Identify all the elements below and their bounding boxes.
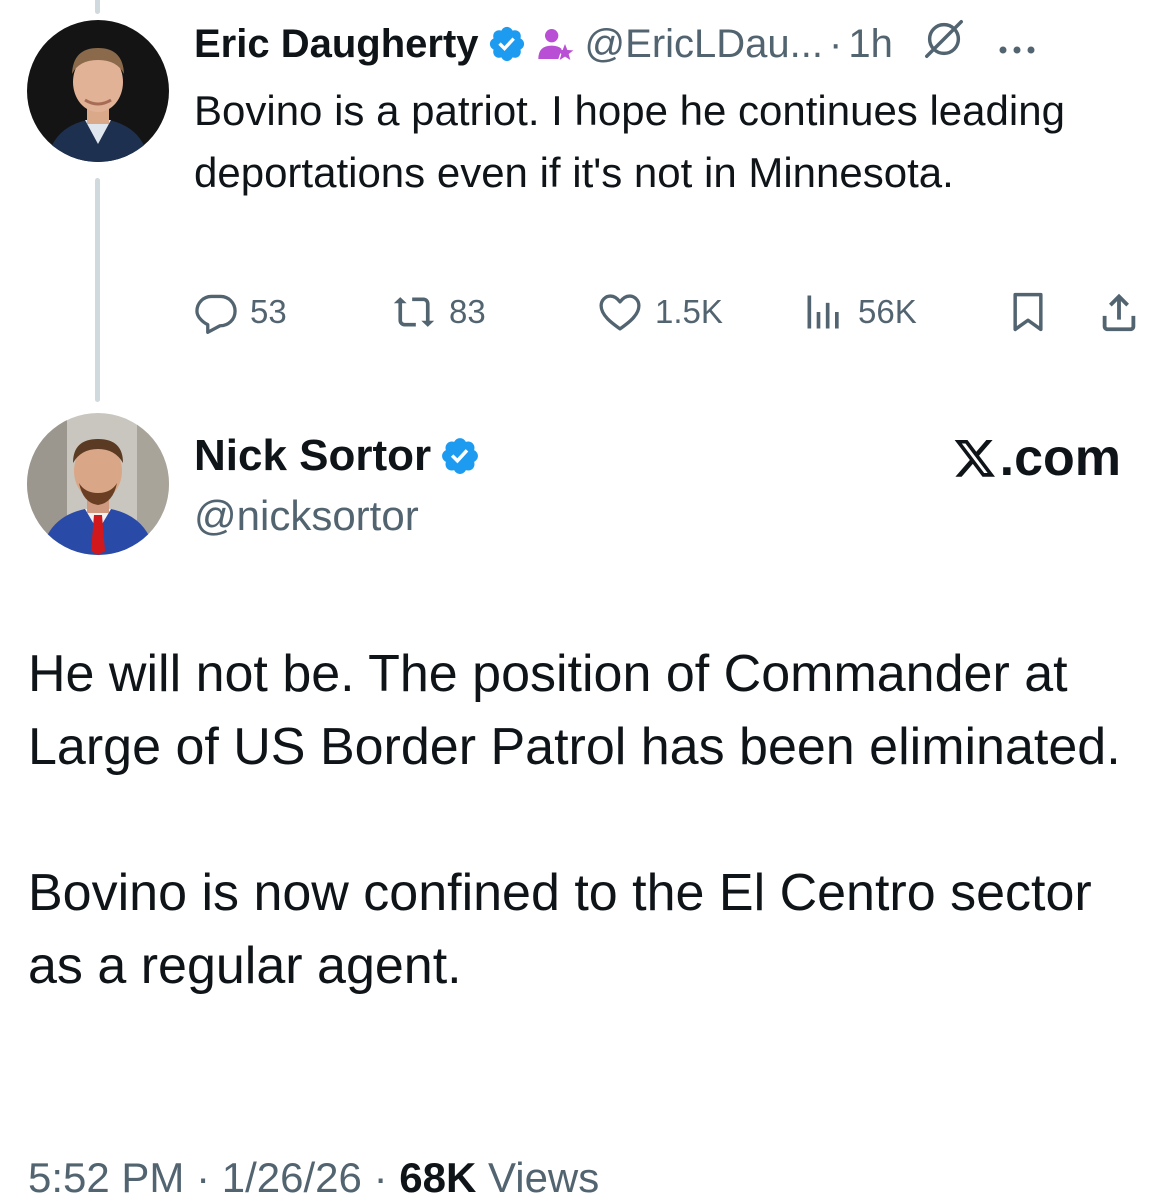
tweet-screenshot: Eric Daugherty @EricLDau... · 1h Bovino … [0,0,1159,1203]
views-total: 68K [399,1154,477,1201]
parent-action-bar: 53 83 1.5K 56K [194,282,1149,342]
verified-badge-icon [439,435,481,477]
reply-button[interactable]: 53 [194,282,287,342]
thread-line-top [95,0,100,14]
share-icon [1096,289,1154,335]
parent-time[interactable]: 1h [848,22,893,67]
main-display-name[interactable]: Nick Sortor [194,431,431,481]
verified-badge-icon [487,24,527,64]
more-icon[interactable] [997,22,1037,67]
watermark-text: .com [999,429,1121,487]
like-button[interactable]: 1.5K [597,282,723,342]
affiliate-person-icon [535,24,575,64]
tweet-meta: 5:52 PM · 1/26/26 · 68K Views [28,1150,599,1203]
views-count: 56K [858,293,917,330]
main-tweet-paragraph: He will not be. The position of Commande… [28,645,1121,776]
repost-button[interactable]: 83 [391,282,486,342]
grok-icon[interactable] [921,16,967,72]
avatar-eric-daugherty[interactable] [27,20,169,162]
repost-icon [391,290,449,334]
main-tweet-text: He will not be. The position of Commande… [28,638,1138,1003]
parent-tweet-text: Bovino is a patriot. I hope he continues… [194,87,1065,196]
heart-icon [597,290,655,334]
x-logo-icon [952,436,1000,480]
parent-display-name[interactable]: Eric Daugherty [194,22,479,67]
main-handle[interactable]: @nicksortor [194,490,419,542]
views-label: Views [487,1154,600,1201]
main-tweet-author: Nick Sortor [194,428,481,484]
bookmark-button[interactable] [1006,282,1062,342]
thread-line [95,178,100,402]
analytics-icon [802,290,858,334]
separator-dot: · [196,1154,211,1201]
reply-count: 53 [250,293,287,330]
share-button[interactable] [1096,282,1154,342]
views-button[interactable]: 56K [802,282,917,342]
like-count: 1.5K [655,293,723,330]
main-tweet-paragraph: Bovino is now confined to the El Centro … [28,864,1092,995]
parent-handle[interactable]: @EricLDau... [585,22,823,67]
reply-icon [194,290,250,334]
separator-dot: · [373,1154,388,1201]
tweet-time[interactable]: 5:52 PM [28,1154,184,1201]
parent-tweet-header: Eric Daugherty @EricLDau... · 1h [194,14,1037,74]
avatar-nick-sortor[interactable] [27,413,169,555]
repost-count: 83 [449,293,486,330]
bookmark-icon [1006,288,1062,336]
separator-dot: · [829,21,843,66]
x-com-watermark: .com [952,428,1121,488]
tweet-date[interactable]: 1/26/26 [222,1154,362,1201]
